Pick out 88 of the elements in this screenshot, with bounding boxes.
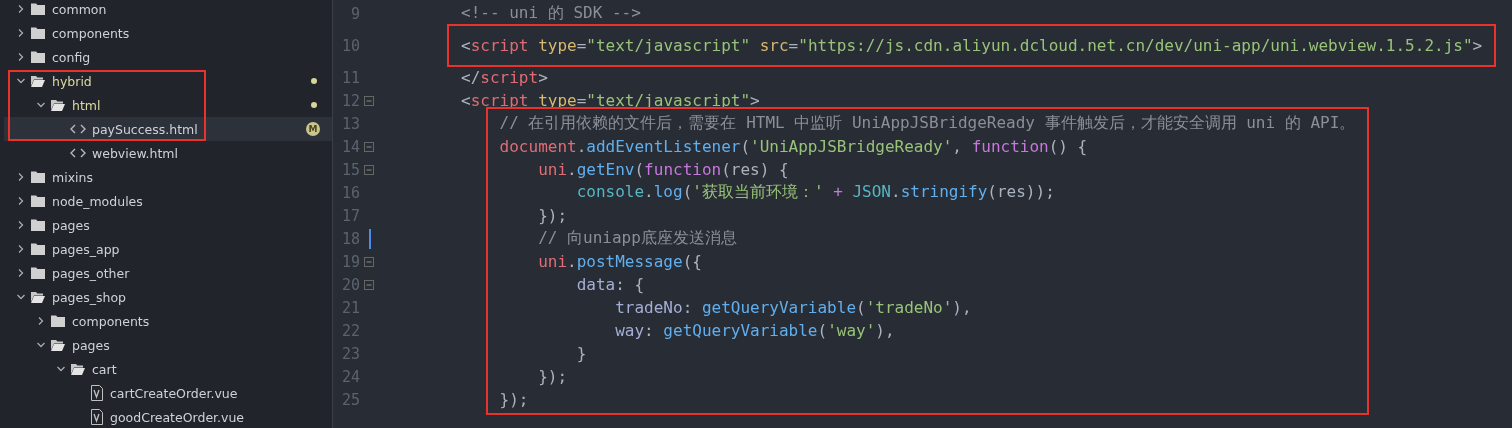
tree-item[interactable]: cart [4, 357, 332, 381]
code-line: // 向uniapp底座发送消息 [538, 228, 737, 249]
file-name: pages [52, 217, 90, 233]
file-name: pages_app [52, 241, 120, 257]
tree-item[interactable]: goodCreateOrder.vue [4, 405, 332, 428]
file-name: paySuccess.html [92, 121, 198, 137]
line-number: 21 [340, 298, 360, 317]
file-icon [90, 409, 104, 425]
file-name: common [52, 1, 107, 17]
code-line: <script type="text/javascript" src="https://js.cdn.aliyun.dcloud.net.cn/dev/uni-app/uni.webview.1.5.2.js"> [461, 36, 1483, 55]
folder-icon [50, 314, 66, 328]
tree-item[interactable]: config [4, 45, 332, 69]
line-number: 16 [340, 183, 360, 202]
line-number: 23 [340, 344, 360, 363]
tree-item[interactable]: pages [4, 213, 332, 237]
file-name: goodCreateOrder.vue [110, 409, 245, 425]
code-file-icon [70, 123, 86, 135]
file-name: config [52, 49, 91, 65]
file-name: html [72, 97, 101, 113]
line-number: 13 [340, 114, 360, 133]
folder-icon [30, 218, 46, 232]
code-line: <!-- uni 的 SDK --> [461, 3, 641, 24]
code-line: console.log('获取当前环境：' + JSON.stringify(res)); [576, 182, 1055, 203]
tree-item[interactable]: components [4, 21, 332, 45]
line-number: 15 [340, 160, 360, 179]
tree-item[interactable]: pages_shop [4, 285, 332, 309]
folder-icon [50, 98, 66, 112]
line-number: 22 [340, 321, 360, 340]
folder-icon [50, 338, 66, 352]
line-number: 12 [340, 91, 360, 110]
folder-icon [30, 242, 46, 256]
file-icon [90, 385, 104, 401]
tree-item[interactable]: html [4, 93, 332, 117]
code-line: document.addEventListener('UniAppJSBridgeReady', function() { [499, 137, 1088, 156]
line-number: 11 [340, 68, 360, 87]
folder-icon [30, 2, 46, 16]
folder-icon [30, 26, 46, 40]
tree-item[interactable]: pages_app [4, 237, 332, 261]
folder-icon [30, 74, 46, 88]
code-file-icon [70, 147, 86, 159]
code-line: uni.postMessage({ [538, 252, 702, 271]
tree-item[interactable]: common [4, 0, 332, 21]
tree-item[interactable]: pages_other [4, 261, 332, 285]
code-line: // 在引用依赖的文件后，需要在 HTML 中监听 UniAppJSBridgeReady 事件触发后，才能安全调用 uni 的 API。 [499, 113, 1356, 134]
line-number: 24 [340, 367, 360, 386]
folder-icon [30, 290, 46, 304]
code-line: tradeNo: getQueryVariable('tradeNo'), [615, 298, 972, 317]
folder-icon [30, 170, 46, 184]
tree-item[interactable]: pages [4, 333, 332, 357]
file-name: components [72, 313, 150, 329]
file-name: pages_shop [52, 289, 126, 305]
file-name: hybrid [52, 73, 92, 89]
code-line: }); [499, 390, 529, 409]
file-name: pages_other [52, 265, 130, 281]
file-name: cart [92, 361, 117, 377]
file-name: pages [72, 337, 110, 353]
git-status-badge: M [306, 122, 320, 136]
file-name: mixins [52, 169, 93, 185]
tree-item[interactable]: mixins [4, 165, 332, 189]
folder-icon [30, 194, 46, 208]
line-number: 20 [340, 275, 360, 294]
tree-item[interactable]: node_modules [4, 189, 332, 213]
code-line: </script> [461, 68, 548, 87]
line-number: 17 [340, 206, 360, 225]
line-number: 18 [340, 229, 360, 248]
file-name: components [52, 25, 130, 41]
code-line: data: { [576, 275, 645, 294]
tree-item[interactable]: cartCreateOrder.vue [4, 381, 332, 405]
line-number: 19 [340, 252, 360, 271]
file-name: cartCreateOrder.vue [110, 385, 238, 401]
line-number: 9 [349, 4, 360, 23]
code-line: }); [538, 206, 568, 225]
folder-icon [30, 266, 46, 280]
code-line: uni.getEnv(function(res) { [538, 160, 789, 179]
file-name: webview.html [92, 145, 178, 161]
code-line: }); [538, 367, 568, 386]
tree-item[interactable]: hybrid [4, 69, 332, 93]
tree-item[interactable]: webview.html [4, 141, 332, 165]
line-number: 25 [340, 390, 360, 409]
line-number: 14 [340, 137, 360, 156]
tree-item[interactable]: components [4, 309, 332, 333]
code-line: way: getQueryVariable('way'), [615, 321, 895, 340]
code-line: } [576, 344, 587, 363]
file-name: node_modules [52, 193, 143, 209]
folder-icon [70, 362, 86, 376]
tree-item[interactable]: paySuccess.html M [4, 117, 332, 141]
line-number: 10 [340, 36, 360, 55]
folder-icon [30, 50, 46, 64]
